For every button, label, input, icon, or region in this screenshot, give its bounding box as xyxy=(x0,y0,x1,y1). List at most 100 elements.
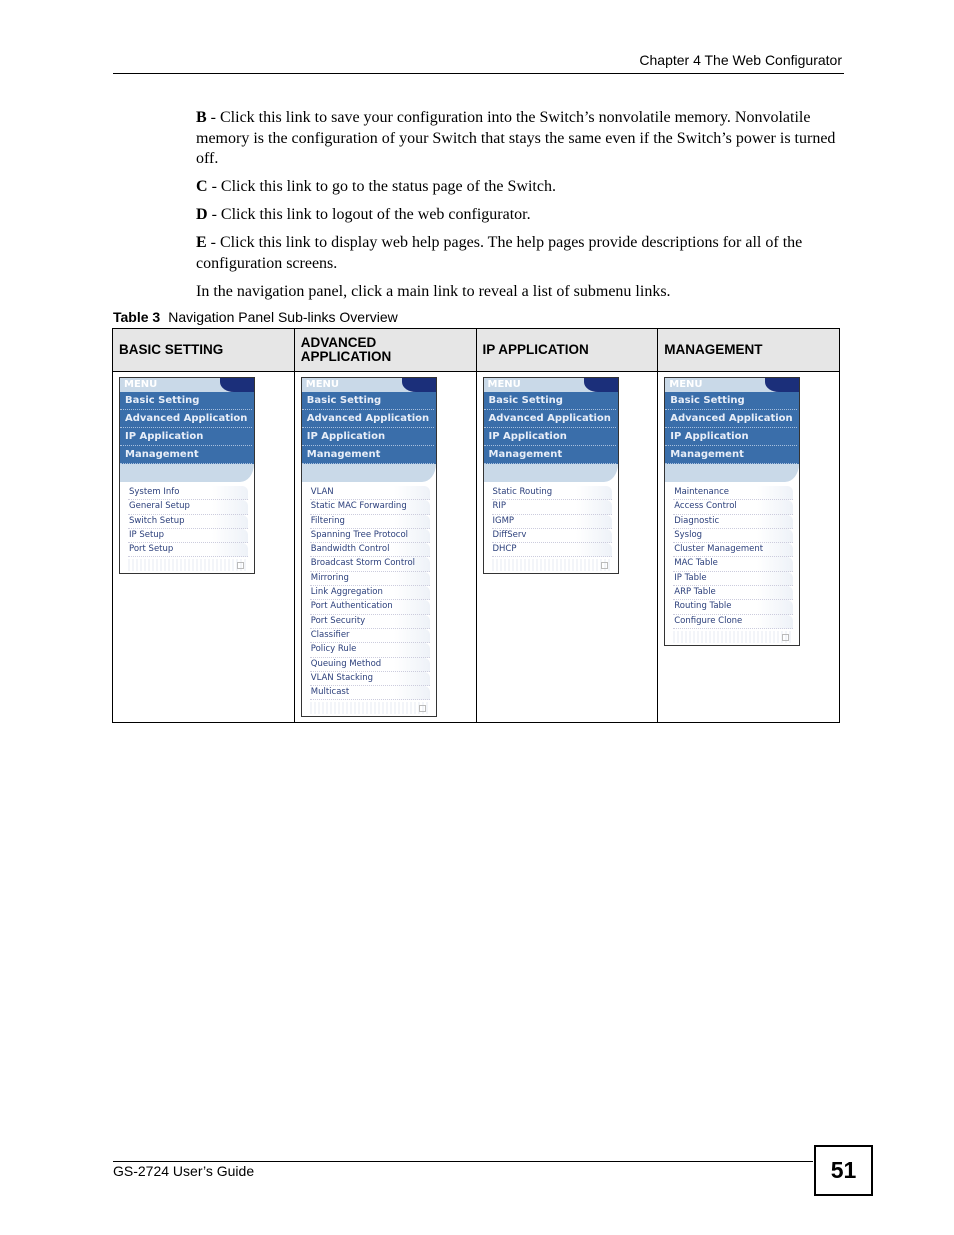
menu-title: MENU xyxy=(120,378,254,392)
paragraph-e: E - Click this link to display web help … xyxy=(196,233,846,274)
menu-footer xyxy=(128,559,248,572)
sublink[interactable]: Switch Setup xyxy=(128,514,248,529)
cell-management: MENU Basic Setting Advanced Application IP … xyxy=(657,370,840,724)
para-text: - Click this link to go to the status pa… xyxy=(207,178,556,195)
cell-basic-setting: MENU Basic Setting Advanced Application IP … xyxy=(112,370,295,724)
sublink[interactable]: Port Security xyxy=(309,614,430,629)
sublink[interactable]: General Setup xyxy=(128,500,248,515)
menu-footer xyxy=(491,559,612,572)
menu-divider xyxy=(301,464,436,482)
sublink[interactable]: Queuing Method xyxy=(309,657,430,672)
menu-divider xyxy=(483,464,618,482)
sublink[interactable]: System Info xyxy=(128,486,248,501)
main-link[interactable]: Basic Setting xyxy=(483,392,616,410)
menu-divider xyxy=(665,464,800,482)
sublink[interactable]: Mirroring xyxy=(309,571,430,587)
menu-footer xyxy=(673,630,794,643)
sublink[interactable]: Static MAC Forwarding xyxy=(309,500,430,515)
nav-menu-panel: MENU Basic Setting Advanced Application IP … xyxy=(664,377,801,646)
sublink[interactable]: IP Setup xyxy=(128,528,248,544)
main-link[interactable]: Management xyxy=(120,446,252,464)
paragraph-d: D - Click this link to logout of the web… xyxy=(196,205,846,226)
sublink[interactable]: Filtering xyxy=(309,514,430,529)
sublink[interactable]: ARP Table xyxy=(673,586,794,601)
main-link[interactable]: Basic Setting xyxy=(301,392,434,410)
table-caption: Table 3 Navigation Panel Sub-links Overvi… xyxy=(113,309,398,325)
sublink[interactable]: Policy Rule xyxy=(309,643,430,658)
menu-main-links: Basic Setting Advanced Application IP Appl… xyxy=(120,392,254,464)
sublink[interactable]: Spanning Tree Protocol xyxy=(309,528,430,544)
sublink[interactable]: Configure Clone xyxy=(673,614,794,629)
sublink[interactable]: Link Aggregation xyxy=(309,586,430,601)
caption-text: Navigation Panel Sub-links Overview xyxy=(168,309,398,325)
sublink[interactable]: DHCP xyxy=(491,543,612,558)
main-link[interactable]: Management xyxy=(483,446,616,464)
sublink[interactable]: Routing Table xyxy=(673,600,794,615)
menu-title: MENU xyxy=(665,378,800,392)
para-text: - Click this link to logout of the web c… xyxy=(207,206,531,223)
footer-rule xyxy=(113,1161,813,1162)
header-rule xyxy=(113,73,844,74)
sublink[interactable]: RIP xyxy=(491,500,612,515)
menu-divider xyxy=(120,464,254,482)
main-link[interactable]: Advanced Application xyxy=(665,410,798,428)
main-link[interactable]: Advanced Application xyxy=(301,410,434,428)
header-management: MANAGEMENT xyxy=(657,328,840,372)
main-link[interactable]: IP Application xyxy=(665,428,798,446)
para-label: E xyxy=(196,234,207,251)
para-text: In the navigation panel, click a main li… xyxy=(196,282,671,300)
main-link[interactable]: IP Application xyxy=(120,428,252,446)
sublink[interactable]: Maintenance xyxy=(673,486,794,501)
menu-title: MENU xyxy=(301,378,436,392)
para-label: B xyxy=(196,109,207,126)
sublink[interactable]: IGMP xyxy=(491,514,612,529)
menu-title: MENU xyxy=(483,378,618,392)
caption-label: Table 3 xyxy=(113,309,161,325)
sublink[interactable]: DiffServ xyxy=(491,528,612,544)
main-link[interactable]: Basic Setting xyxy=(120,392,252,410)
nav-menu-panel: MENU Basic Setting Advanced Application IP … xyxy=(119,377,255,575)
nav-menu-panel: MENU Basic Setting Advanced Application IP … xyxy=(482,377,619,575)
sublink[interactable]: Port Authentication xyxy=(309,600,430,615)
main-link[interactable]: Advanced Application xyxy=(120,410,252,428)
sublink[interactable]: Syslog xyxy=(673,528,794,544)
sublink[interactable]: VLAN xyxy=(309,486,430,501)
sublink[interactable]: Classifier xyxy=(309,628,430,644)
sublink[interactable]: Diagnostic xyxy=(673,514,794,529)
main-link[interactable]: IP Application xyxy=(483,428,616,446)
sublink[interactable]: Access Control xyxy=(673,500,794,515)
menu-footer xyxy=(309,702,430,715)
header-ip-application: IP APPLICATION xyxy=(475,328,659,372)
main-link[interactable]: Management xyxy=(301,446,434,464)
menu-screenshots-row: MENU Basic Setting Advanced Application IP … xyxy=(112,370,840,724)
sublink[interactable]: Broadcast Storm Control xyxy=(309,557,430,572)
sublink[interactable]: MAC Table xyxy=(673,557,794,572)
main-link[interactable]: Basic Setting xyxy=(665,392,798,410)
sublink[interactable]: IP Table xyxy=(673,571,794,587)
sublink[interactable]: Bandwidth Control xyxy=(309,543,430,558)
main-link[interactable]: Advanced Application xyxy=(483,410,616,428)
menu-main-links: Basic Setting Advanced Application IP Appl… xyxy=(301,392,436,464)
navigation-sublinks-table: BASIC SETTING ADVANCED APPLICATION IP AP… xyxy=(112,328,840,724)
menu-sublinks: Maintenance Access Control Diagnostic Syslo… xyxy=(665,482,800,629)
menu-sublinks: System Info General Setup Switch Setup IP S… xyxy=(120,482,254,558)
para-label: D xyxy=(196,206,208,223)
para-text: - Click this link to display web help pa… xyxy=(196,234,803,272)
header-basic-setting: BASIC SETTING xyxy=(112,328,295,372)
sublink[interactable]: Multicast xyxy=(309,686,430,701)
para-label: C xyxy=(196,178,208,195)
sublink[interactable]: Port Setup xyxy=(128,543,248,558)
sublink[interactable]: Cluster Management xyxy=(673,543,794,558)
menu-main-links: Basic Setting Advanced Application IP Appl… xyxy=(665,392,800,464)
menu-sublinks: VLAN Static MAC Forwarding Filtering Spanni… xyxy=(301,482,436,701)
main-link[interactable]: Management xyxy=(665,446,798,464)
footer-guide: GS-2724 User’s Guide xyxy=(113,1163,255,1179)
menu-sublinks: Static Routing RIP IGMP DiffServ DHCP xyxy=(483,482,618,558)
paragraph-b: B - Click this link to save your configu… xyxy=(196,108,846,170)
sublink[interactable]: Static Routing xyxy=(491,486,612,501)
nav-menu-panel: MENU Basic Setting Advanced Application IP … xyxy=(300,377,437,718)
cell-advanced-application: MENU Basic Setting Advanced Application IP … xyxy=(293,370,477,724)
paragraph-c: C - Click this link to go to the status … xyxy=(196,177,846,198)
main-link[interactable]: IP Application xyxy=(301,428,434,446)
sublink[interactable]: VLAN Stacking xyxy=(309,671,430,687)
